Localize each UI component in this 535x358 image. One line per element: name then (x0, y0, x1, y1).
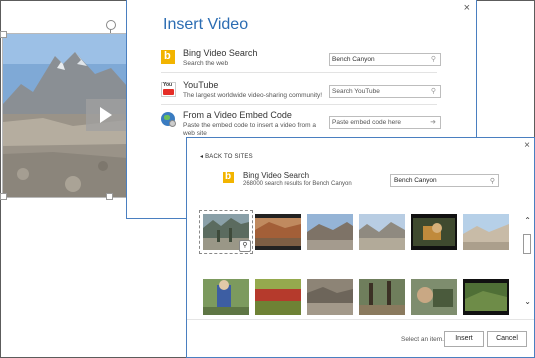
rotate-handle[interactable] (106, 20, 116, 30)
search-icon[interactable]: ⚲ (431, 88, 436, 95)
source-row-bing: b Bing Video Search Search the web Bench… (161, 48, 441, 80)
search-icon[interactable]: ⚲ (490, 176, 495, 187)
divider (161, 104, 437, 105)
back-to-sites-link[interactable]: ◂ BACK TO SITES (200, 153, 253, 160)
play-button[interactable] (86, 99, 126, 131)
source-title: YouTube (183, 80, 219, 90)
video-thumbnail[interactable] (307, 214, 353, 250)
bing-icon: b (161, 50, 175, 64)
status-text: Select an item. (401, 336, 444, 343)
video-thumbnail[interactable] (255, 279, 301, 315)
video-thumbnail[interactable] (411, 279, 457, 315)
source-row-youtube: You YouTube The largest worldwide video-… (161, 80, 441, 112)
source-subtitle: The largest worldwide video-sharing comm… (183, 92, 323, 99)
youtube-search-input[interactable]: Search YouTube ⚲ (329, 85, 441, 98)
selection-handle[interactable] (0, 193, 7, 200)
selection-handle[interactable] (0, 31, 7, 38)
video-thumbnail[interactable] (255, 214, 301, 250)
close-icon[interactable]: × (464, 2, 470, 14)
divider (161, 72, 437, 73)
input-placeholder: Paste embed code here (332, 119, 402, 126)
zoom-icon[interactable]: ⚲ (239, 240, 251, 252)
scroll-down-arrow[interactable]: ⌄ (524, 297, 531, 306)
scrollbar-thumb[interactable] (523, 234, 531, 254)
bing-icon: b (223, 171, 234, 183)
close-icon[interactable]: × (524, 140, 530, 151)
input-value: Bench Canyon (394, 177, 437, 184)
video-thumbnail[interactable] (463, 214, 509, 250)
selection-handle[interactable] (106, 193, 113, 200)
bing-results-dialog: × ◂ BACK TO SITES b Bing Video Search 26… (186, 137, 535, 358)
video-thumbnail[interactable] (463, 279, 509, 315)
cancel-button[interactable]: Cancel (487, 331, 527, 347)
video-thumbnail[interactable] (307, 279, 353, 315)
source-subtitle: Paste the embed code to insert a video f… (183, 122, 316, 137)
video-thumbnail[interactable] (411, 214, 457, 250)
embed-code-input[interactable]: Paste embed code here ➜ (329, 116, 441, 129)
results-title: Bing Video Search (243, 171, 310, 180)
youtube-icon: You (161, 82, 176, 97)
video-thumbnail[interactable] (203, 279, 249, 315)
search-icon[interactable]: ⚲ (431, 56, 436, 63)
bing-results-search-input[interactable]: Bench Canyon ⚲ (390, 174, 499, 187)
video-thumbnail[interactable]: ⚲ (199, 210, 253, 254)
results-count: 268000 search results for Bench Canyon (243, 181, 352, 187)
source-title: Bing Video Search (183, 48, 258, 58)
globe-icon (161, 112, 176, 127)
video-thumbnail[interactable] (359, 214, 405, 250)
play-icon (100, 107, 112, 123)
insert-button[interactable]: Insert (444, 331, 484, 347)
insert-arrow-icon[interactable]: ➜ (430, 119, 436, 126)
input-value: Bench Canyon (332, 56, 375, 63)
bing-search-input[interactable]: Bench Canyon ⚲ (329, 53, 441, 66)
source-title: From a Video Embed Code (183, 110, 292, 120)
source-subtitle: Search the web (183, 60, 229, 67)
divider (187, 319, 534, 320)
input-placeholder: Search YouTube (332, 88, 380, 95)
scroll-up-arrow[interactable]: ⌃ (524, 216, 531, 225)
video-thumbnail[interactable] (359, 279, 405, 315)
dialog-title: Insert Video (163, 16, 249, 33)
